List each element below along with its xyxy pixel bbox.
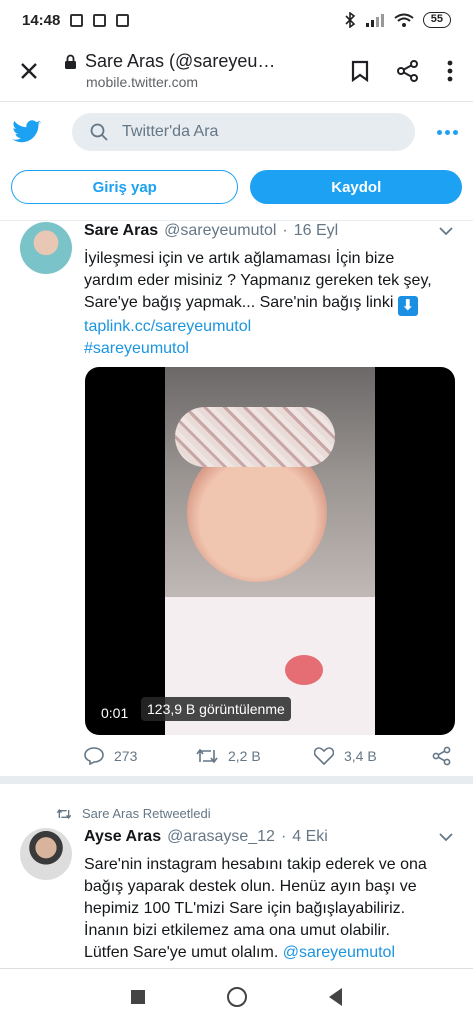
back-button[interactable]: [329, 987, 342, 1006]
close-tab-button[interactable]: [0, 62, 58, 80]
home-button[interactable]: [227, 986, 247, 1007]
reply-button[interactable]: 273: [84, 747, 196, 765]
retweet-count: 2,2 B: [228, 748, 261, 764]
tweet-link[interactable]: taplink.cc/sareyeumutol: [84, 316, 454, 338]
twitter-bird-icon[interactable]: [12, 120, 42, 144]
avatar[interactable]: [20, 222, 72, 274]
author-handle[interactable]: @sareyeumutol: [164, 222, 276, 240]
tweet-text: İyileşmesi için ve artık ağlamaması İçin…: [84, 248, 454, 360]
bookmark-icon[interactable]: [351, 60, 369, 82]
page-title: Sare Aras (@sareyeu…: [85, 51, 276, 71]
divider: [0, 220, 473, 221]
tweet-line-text: Sare'ye bağış yapmak... Sare'nin bağış l…: [84, 294, 394, 311]
status-right: 55: [344, 12, 451, 28]
status-time: 14:48: [22, 11, 61, 29]
tweet-actions: 273 2,2 B 3,4 B: [84, 746, 459, 766]
retweet-note[interactable]: Sare Aras Retweetledi: [56, 806, 211, 821]
system-nav-bar: [0, 968, 473, 1024]
twitter-header: Twitter'da Ara: [0, 104, 473, 160]
share-icon[interactable]: [397, 59, 419, 82]
tweet-date[interactable]: 16 Eyl: [294, 222, 338, 240]
video-time: 0:01: [101, 705, 129, 721]
more-vert-icon[interactable]: [447, 60, 453, 82]
status-bar: 14:48 55: [0, 0, 473, 40]
heart-icon: [314, 747, 334, 765]
author-handle[interactable]: @arasayse_12: [167, 828, 275, 846]
author-name[interactable]: Ayse Aras: [84, 828, 161, 846]
avatar[interactable]: [20, 828, 72, 880]
thumbnail-headband: [175, 407, 335, 467]
page-url: mobile.twitter.com: [86, 74, 199, 90]
retweet-icon: [196, 748, 218, 764]
tweet-separator: [0, 776, 473, 784]
signal-icon: [365, 14, 384, 27]
browser-title-area[interactable]: Sare Aras (@sareyeu… mobile.twitter.com: [58, 51, 351, 90]
retweet-note-text: Sare Aras Retweetledi: [82, 806, 211, 821]
tweet-line: hepimiz 100 TL'mizi Sare için bağışlayab…: [84, 900, 406, 917]
tweet-line: bağış yaparak destek olun. Henüz ayın ba…: [84, 878, 417, 895]
like-count: 3,4 B: [344, 748, 377, 764]
tweet-line: İnanın bizi etkilemez ama ona umut olabi…: [84, 922, 390, 939]
lock-icon: [65, 54, 76, 69]
tweet-line-text: Lütfen Sare'ye umut olalım.: [84, 944, 279, 961]
recents-button[interactable]: [131, 989, 145, 1004]
chevron-down-icon[interactable]: [439, 226, 453, 236]
tweet-header: Ayse Aras @arasayse_12 · 4 Eki: [84, 828, 328, 846]
retweet-button[interactable]: 2,2 B: [196, 747, 314, 765]
tweet-line: Sare'ye bağış yapmak... Sare'nin bağış l…: [84, 292, 454, 316]
tweet-line: Sare'nin instagram hesabını takip ederek…: [84, 856, 427, 873]
chevron-down-icon[interactable]: [439, 832, 453, 842]
thumbnail-flower: [285, 655, 323, 685]
auth-buttons: Giriş yap Kaydol: [0, 170, 473, 214]
tweet-date[interactable]: 4 Eki: [292, 828, 328, 846]
separator-dot: ·: [282, 222, 288, 239]
video-player[interactable]: 0:01 123,9 B görüntülenme: [85, 367, 455, 735]
more-options-icon[interactable]: [437, 129, 458, 135]
share-icon[interactable]: [432, 746, 452, 766]
bluetooth-icon: [345, 12, 355, 28]
close-icon: [21, 62, 37, 79]
reply-count: 273: [114, 748, 138, 764]
search-placeholder: Twitter'da Ara: [122, 123, 219, 140]
status-left: 14:48: [22, 11, 130, 29]
search-input[interactable]: Twitter'da Ara: [72, 113, 415, 151]
tweet-line: Lütfen Sare'ye umut olalım. @sareyeumuto…: [84, 942, 454, 964]
video-thumbnail: [165, 367, 375, 735]
retweet-icon: [56, 808, 72, 819]
browser-actions: [351, 59, 473, 82]
author-name[interactable]: Sare Aras: [84, 222, 158, 240]
package-icon: [93, 13, 107, 27]
hashtag-link[interactable]: #sareyeumutol: [84, 338, 454, 360]
tweet-line: İyileşmesi için ve artık ağlamaması İçin…: [84, 250, 395, 267]
calendar-icon: [116, 13, 130, 27]
tweet-line: yardım eder misiniz ? Yapmanız gereken t…: [84, 272, 432, 289]
battery-indicator: 55: [422, 12, 451, 28]
separator-dot: ·: [280, 828, 287, 845]
mention-link[interactable]: @sareyeumutol: [283, 944, 395, 961]
video-views: 123,9 B görüntülenme: [141, 697, 291, 721]
wifi-icon: [394, 13, 414, 27]
browser-toolbar: Sare Aras (@sareyeu… mobile.twitter.com: [0, 40, 473, 102]
tweet-header: Sare Aras @sareyeumutol · 16 Eyl: [84, 222, 338, 240]
notification-icon: [70, 13, 84, 27]
down-arrow-emoji-icon: ⬇: [397, 296, 418, 316]
signup-button[interactable]: Kaydol: [250, 170, 462, 204]
search-icon: [90, 123, 108, 141]
like-button[interactable]: 3,4 B: [314, 747, 432, 765]
reply-icon: [84, 747, 104, 765]
tweet-text: Sare'nin instagram hesabını takip ederek…: [84, 854, 454, 964]
login-button[interactable]: Giriş yap: [11, 170, 239, 204]
